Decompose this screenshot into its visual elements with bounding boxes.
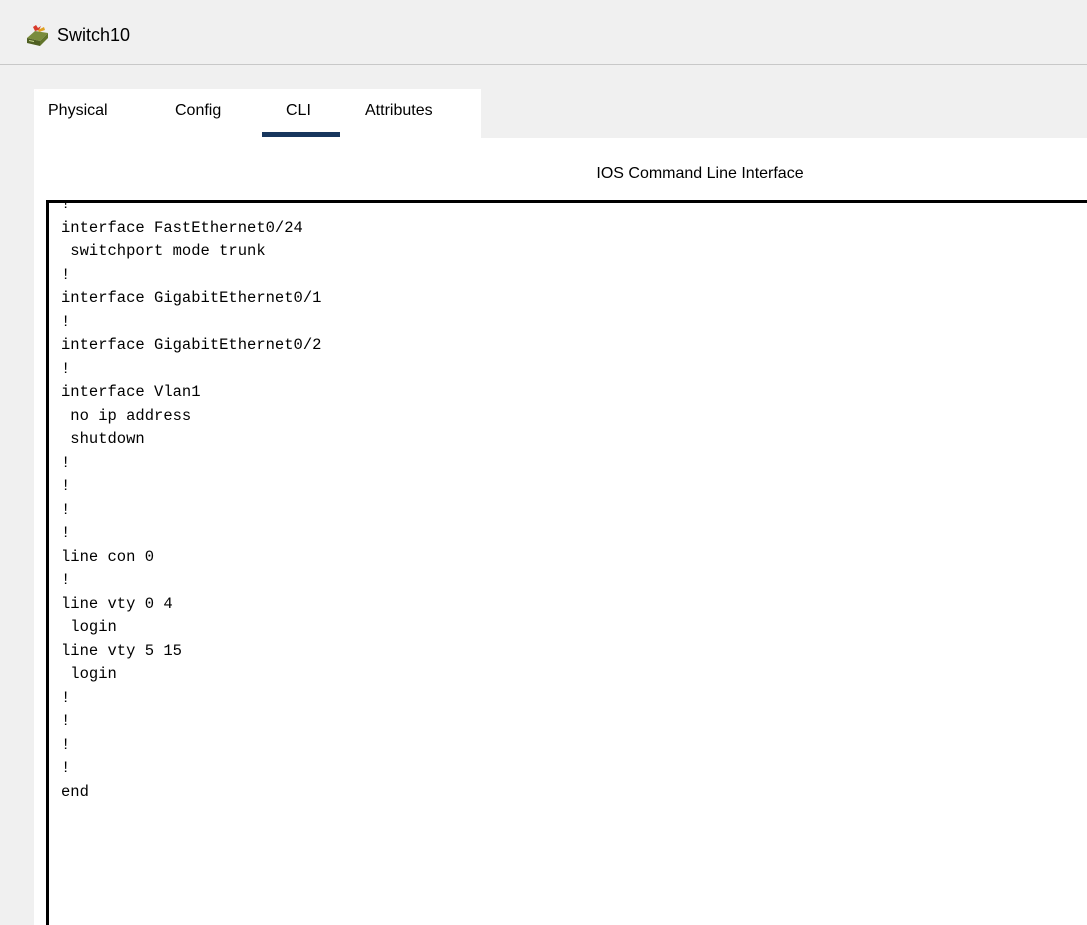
switch-device-icon (27, 25, 48, 46)
active-tab-indicator (262, 132, 340, 137)
cli-heading: IOS Command Line Interface (596, 165, 804, 182)
tab-cli[interactable]: CLI (286, 102, 311, 120)
window-titlebar: Switch10 (0, 0, 1087, 65)
window-title: Switch10 (57, 25, 131, 45)
cli-terminal[interactable]: ! interface FastEthernet0/24 switchport … (46, 200, 1087, 925)
tab-physical[interactable]: Physical (48, 102, 108, 120)
cli-output[interactable]: ! interface FastEthernet0/24 switchport … (49, 203, 1087, 804)
tab-attributes[interactable]: Attributes (365, 102, 433, 120)
tab-config[interactable]: Config (175, 102, 221, 120)
